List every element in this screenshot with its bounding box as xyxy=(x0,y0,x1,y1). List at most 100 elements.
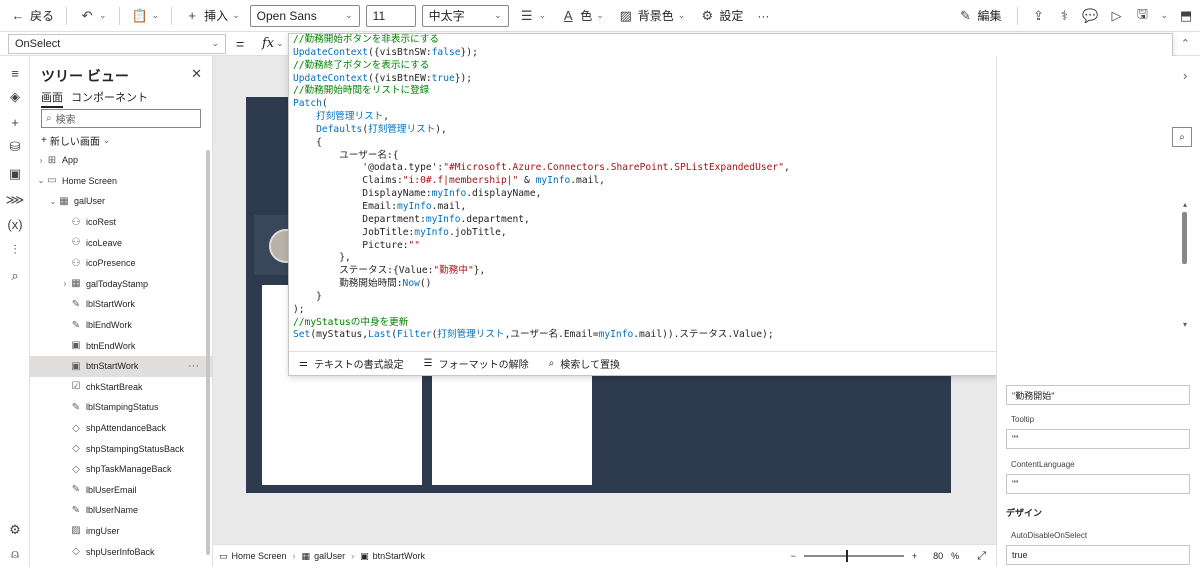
find-replace-button[interactable]: ⌕ 検索して置換 xyxy=(549,356,620,371)
tree-item[interactable]: ◇ shpTaskManageBack xyxy=(30,459,212,480)
chevron-down-icon[interactable]: ⌄ xyxy=(1160,10,1168,21)
account-icon[interactable]: ⍝ xyxy=(7,546,23,562)
paste-button[interactable]: 📋 ⌄ xyxy=(128,6,164,26)
tree-item[interactable]: ⌄ ▦ galUser xyxy=(30,191,212,212)
zoom-slider-thumb[interactable] xyxy=(845,550,848,562)
auto-disable-input[interactable]: true xyxy=(1006,545,1190,565)
tree-item[interactable]: ▣ btnStartWork ··· xyxy=(30,355,212,377)
color-button[interactable]: A 色 ⌄ xyxy=(556,5,608,26)
remove-format-button[interactable]: ☰ フォーマットの解除 xyxy=(424,356,529,371)
tree-item[interactable]: › ⊞ App xyxy=(30,150,212,171)
tree-item[interactable]: ◇ shpAttendanceBack xyxy=(30,418,212,439)
zoom-in-button[interactable]: + xyxy=(912,551,917,561)
tree-item[interactable]: ✎ lblUserName xyxy=(30,500,212,521)
settings-button[interactable]: ⚙ 設定 xyxy=(695,5,747,26)
font-weight-dropdown[interactable]: 中太字 ⌄ xyxy=(421,4,509,27)
properties-scrollbar[interactable] xyxy=(1182,212,1187,264)
tools-icon[interactable]: ⫶ xyxy=(7,242,23,258)
tree-item[interactable]: ⚇ icoRest xyxy=(30,212,212,233)
undo-button[interactable]: ↶ ⌄ xyxy=(75,6,111,26)
tree-item[interactable]: › ▦ galTodayStamp xyxy=(30,274,212,295)
font-name-dropdown[interactable]: Open Sans ⌄ xyxy=(249,4,360,27)
fx-button[interactable]: fx xyxy=(262,36,274,51)
align-button[interactable]: ☰ ⌄ xyxy=(515,6,551,26)
chevron-down-icon[interactable]: ⌄ xyxy=(48,197,58,206)
search-icon: ⌕ xyxy=(548,358,555,369)
app-icon: ⊞ xyxy=(47,154,57,166)
command-bar: ← 戻る ↶ ⌄ 📋 ⌄ + 挿入 ⌄ Open Sans ⌄ 11 中太字 ⌄… xyxy=(0,0,1200,32)
breadcrumb-gallery[interactable]: ▦ galUser xyxy=(296,551,352,562)
back-button[interactable]: ← 戻る xyxy=(6,5,58,26)
toolbar-right: ✎ 編集 ⇪ ⚕ 💬 ▷ 🖫 ⌄ ⬒ xyxy=(953,5,1194,26)
breadcrumb-control[interactable]: ▣ btnStartWork xyxy=(354,551,431,562)
more-options-icon[interactable]: ··· xyxy=(188,360,199,372)
tree-item[interactable]: ✎ lblStampingStatus xyxy=(30,397,212,418)
content-language-input[interactable]: "" xyxy=(1006,474,1190,494)
tree-item[interactable]: ☑ chkStartBreak xyxy=(30,377,212,398)
share-icon[interactable]: ⇪ xyxy=(1030,8,1046,24)
database-icon[interactable]: ⛁ xyxy=(7,139,23,155)
tooltip-input[interactable]: "" xyxy=(1006,429,1190,449)
edit-button[interactable]: ✎ 編集 xyxy=(953,5,1005,26)
chevron-right-icon[interactable]: › xyxy=(1183,68,1187,83)
chevron-right-icon[interactable]: › xyxy=(36,156,46,165)
tree-item[interactable]: ✎ lblUserEmail xyxy=(30,480,212,501)
gear-icon[interactable]: ⚙ xyxy=(7,522,23,538)
play-icon[interactable]: ▷ xyxy=(1108,8,1124,24)
tree-item-label: btnEndWork xyxy=(86,340,136,351)
tree-item[interactable]: ▣ btnEndWork xyxy=(30,335,212,356)
search-icon[interactable]: ⌕ xyxy=(1172,127,1192,147)
fit-to-window-icon[interactable]: ⤢ xyxy=(977,550,986,563)
insert-button[interactable]: + 挿入 ⌄ xyxy=(180,5,244,26)
publish-icon[interactable]: ⬒ xyxy=(1178,8,1194,24)
plus-icon[interactable]: + xyxy=(7,114,23,130)
tree-item-label: icoLeave xyxy=(86,237,123,248)
comment-icon[interactable]: 💬 xyxy=(1082,8,1098,24)
save-icon[interactable]: 🖫 xyxy=(1134,6,1150,24)
search-icon[interactable]: ⌕ xyxy=(7,268,23,284)
zoom-out-button[interactable]: − xyxy=(791,551,796,561)
chevron-down-icon[interactable]: ⌄ xyxy=(276,38,284,49)
chevron-right-icon[interactable]: › xyxy=(60,279,70,288)
power-automate-icon[interactable]: ⋙ xyxy=(6,192,25,208)
tree-search-input[interactable]: ⌕ 検索 xyxy=(41,109,201,128)
hamburger-icon[interactable]: ≡ xyxy=(7,65,23,81)
chevron-up-icon[interactable]: ⌃ xyxy=(1181,37,1190,50)
tree-item[interactable]: ▨ imgUser xyxy=(30,521,212,542)
search-placeholder: 検索 xyxy=(55,115,76,126)
close-icon[interactable]: ✕ xyxy=(191,66,202,82)
tab-components[interactable]: コンポーネント xyxy=(71,89,148,108)
tree-item[interactable]: ⚇ icoLeave xyxy=(30,232,212,253)
layers-icon[interactable]: ◈ xyxy=(7,89,23,105)
zoom-unit: % xyxy=(951,551,960,561)
more-button[interactable]: ··· xyxy=(753,7,773,25)
chevron-down-icon[interactable]: ▾ xyxy=(1183,320,1187,329)
tab-screens[interactable]: 画面 xyxy=(41,89,63,108)
stethoscope-icon[interactable]: ⚕ xyxy=(1056,8,1072,24)
tree-item[interactable]: ⚇ icoPresence xyxy=(30,253,212,274)
label-icon: ✎ xyxy=(71,401,81,413)
tree-scrollbar[interactable] xyxy=(206,150,210,555)
new-screen-button[interactable]: + 新しい画面 ⌄ xyxy=(41,133,110,148)
property-value: OnSelect xyxy=(15,37,61,50)
tree-item[interactable]: ◇ shpStampingStatusBack xyxy=(30,438,212,459)
tree-item[interactable]: ✎ lblStartWork xyxy=(30,294,212,315)
tree-item-label: icoPresence xyxy=(86,258,136,269)
variables-icon[interactable]: (x) xyxy=(7,216,23,232)
breadcrumb-screen[interactable]: ▭ Home Screen xyxy=(213,551,293,562)
font-size-input[interactable]: 11 xyxy=(365,4,416,27)
tree-item[interactable]: ◇ shpUserInfoBack xyxy=(30,541,212,562)
format-text-button[interactable]: ⚌ テキストの書式設定 xyxy=(299,356,404,371)
chevron-down-icon[interactable]: ⌄ xyxy=(36,176,46,185)
tree-item[interactable]: ⌄ ▭ Home Screen xyxy=(30,171,212,192)
formula-code[interactable]: //勤務開始ボタンを非表示にする UpdateContext({visBtnSW… xyxy=(293,34,790,342)
tree-item[interactable]: ✎ lblEndWork xyxy=(30,315,212,336)
chevron-up-icon[interactable]: ▴ xyxy=(1183,200,1187,209)
label-icon: ✎ xyxy=(71,298,81,310)
media-icon[interactable]: ▣ xyxy=(7,166,23,182)
text-property-input[interactable]: "勤務開始" xyxy=(1006,385,1190,405)
edit-label: 編集 xyxy=(977,9,1002,23)
property-dropdown[interactable]: OnSelect ⌄ xyxy=(8,33,226,54)
fill-button[interactable]: ▨ 背景色 ⌄ xyxy=(614,5,690,26)
zoom-slider[interactable] xyxy=(803,550,904,562)
